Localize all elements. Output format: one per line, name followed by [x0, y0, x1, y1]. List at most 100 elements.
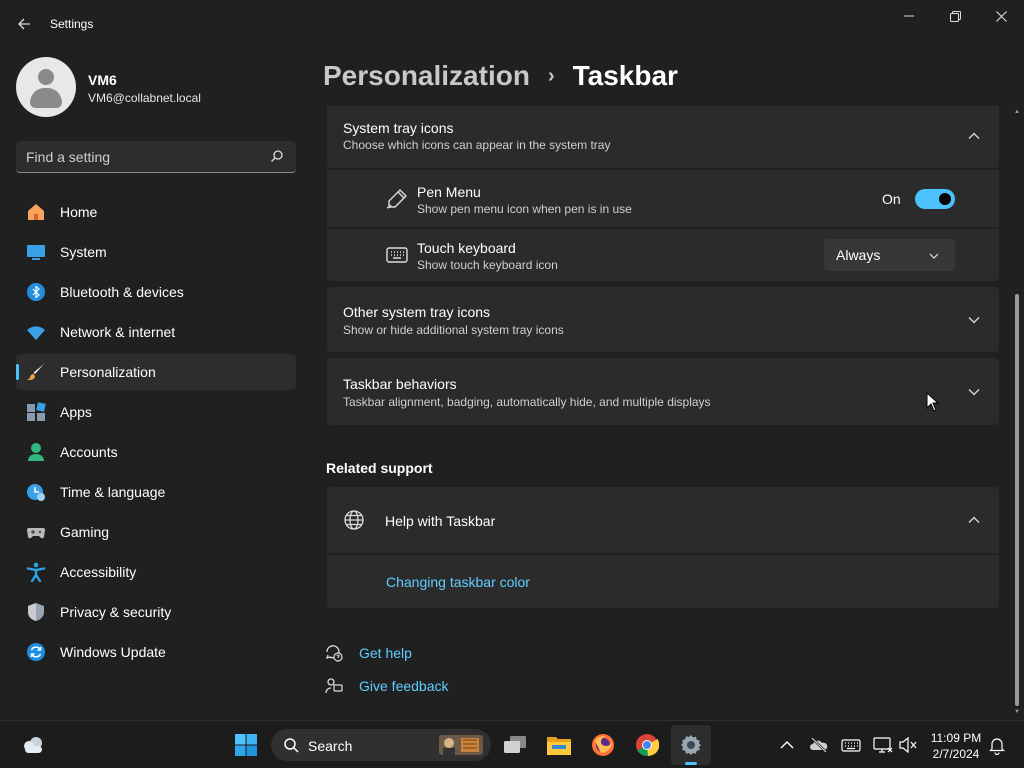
- pen-menu-state-label: On: [882, 191, 901, 207]
- mouse-cursor-icon: [926, 392, 940, 412]
- sidebar-item-windows-update[interactable]: Windows Update: [16, 634, 296, 670]
- sidebar-item-time-language[interactable]: Time & language: [16, 474, 296, 510]
- chevron-down-icon[interactable]: [967, 385, 981, 399]
- firefox-button[interactable]: [583, 725, 623, 765]
- settings-search[interactable]: [16, 141, 296, 173]
- window-title: Settings: [50, 17, 94, 31]
- user-profile[interactable]: VM6 VM6@collabnet.local: [16, 57, 296, 117]
- related-support-heading: Related support: [326, 460, 433, 476]
- minimize-button[interactable]: [886, 0, 932, 32]
- file-explorer-button[interactable]: [539, 725, 579, 765]
- brush-icon: [27, 364, 44, 381]
- avatar: [16, 57, 76, 117]
- widgets-button[interactable]: [13, 725, 53, 765]
- sidebar-item-label: Personalization: [60, 364, 156, 380]
- help-title: Help with Taskbar: [385, 513, 496, 529]
- file-explorer-icon: [547, 737, 571, 755]
- pen-menu-toggle[interactable]: [915, 189, 955, 209]
- touch-keyboard-dropdown[interactable]: Always: [824, 239, 955, 271]
- sidebar-item-label: Windows Update: [60, 644, 166, 660]
- sidebar-item-system[interactable]: System: [16, 234, 296, 270]
- card-title: Other system tray icons: [343, 304, 491, 320]
- sidebar-item-label: Bluetooth & devices: [60, 284, 184, 300]
- breadcrumb-separator: ›: [547, 64, 555, 87]
- scroll-thumb[interactable]: [1015, 294, 1019, 706]
- globe-icon: [344, 510, 364, 530]
- touch-keyboard-row: Touch keyboard Show touch keyboard icon …: [327, 229, 999, 281]
- sidebar-item-label: Gaming: [60, 524, 110, 540]
- back-button[interactable]: [12, 12, 36, 36]
- chrome-button[interactable]: [627, 725, 667, 765]
- task-view-button[interactable]: [495, 725, 535, 765]
- system-icon: [27, 245, 45, 260]
- card-subtitle: Choose which icons can appear in the sys…: [343, 138, 611, 152]
- weather-cloud-icon: [24, 737, 42, 753]
- breadcrumb-parent[interactable]: Personalization: [323, 60, 530, 92]
- system-tray-icons-card[interactable]: System tray icons Choose which icons can…: [327, 106, 999, 168]
- card-subtitle: Taskbar alignment, badging, automaticall…: [343, 395, 711, 409]
- pen-icon: [386, 189, 407, 209]
- search-icon: [271, 150, 283, 162]
- sidebar-item-label: Apps: [60, 404, 92, 420]
- toggle-knob: [939, 193, 951, 205]
- start-button[interactable]: [226, 725, 266, 765]
- scroll-up-arrow[interactable]: ▲: [1013, 108, 1021, 116]
- chevron-up-icon[interactable]: [967, 513, 981, 527]
- sidebar-item-bluetooth[interactable]: Bluetooth & devices: [16, 274, 296, 310]
- settings-app-button[interactable]: [671, 725, 711, 765]
- profile-email: VM6@collabnet.local: [88, 91, 201, 105]
- notification-bell-icon[interactable]: [987, 735, 1007, 755]
- onedrive-offline-icon[interactable]: [809, 735, 829, 755]
- chevron-down-icon[interactable]: [967, 313, 981, 327]
- touch-keyboard-subtitle: Show touch keyboard icon: [417, 258, 558, 272]
- search-input[interactable]: [26, 147, 256, 167]
- touch-keyboard-icon[interactable]: [841, 735, 861, 755]
- taskbar-behaviors-card[interactable]: Taskbar behaviors Taskbar alignment, bad…: [327, 358, 999, 425]
- changing-taskbar-color-link[interactable]: Changing taskbar color: [386, 574, 530, 590]
- settings-app-icon: [681, 735, 701, 755]
- sidebar-item-gaming[interactable]: Gaming: [16, 514, 296, 550]
- give-feedback-link[interactable]: Give feedback: [359, 678, 449, 694]
- taskbar-search[interactable]: Search: [271, 729, 491, 761]
- bluetooth-icon: [27, 283, 45, 301]
- volume-muted-icon[interactable]: [898, 735, 918, 755]
- pen-menu-subtitle: Show pen menu icon when pen is in use: [417, 202, 632, 216]
- profile-name: VM6: [88, 72, 117, 88]
- sidebar-item-label: Accounts: [60, 444, 118, 460]
- sidebar-item-accounts[interactable]: Accounts: [16, 434, 296, 470]
- taskbar-clock[interactable]: 11:09 PM 2/7/2024: [924, 730, 988, 762]
- taskbar-search-label: Search: [308, 738, 353, 754]
- card-title: System tray icons: [343, 120, 454, 136]
- feedback-icon: [325, 678, 343, 694]
- apps-icon: [27, 402, 46, 421]
- sidebar-item-label: Time & language: [60, 484, 166, 500]
- breadcrumb: Personalization › Taskbar: [323, 56, 678, 96]
- sidebar-item-label: Accessibility: [60, 564, 137, 580]
- scroll-down-arrow[interactable]: ▼: [1013, 708, 1021, 716]
- search-icon: [284, 738, 299, 753]
- sidebar-item-apps[interactable]: Apps: [16, 394, 296, 430]
- maximize-button[interactable]: [932, 0, 978, 32]
- minimize-icon: [904, 15, 914, 17]
- get-help-link[interactable]: Get help: [359, 645, 412, 661]
- sidebar-item-personalization[interactable]: Personalization: [16, 354, 296, 390]
- other-tray-icons-card[interactable]: Other system tray icons Show or hide add…: [327, 287, 999, 352]
- task-view-icon: [504, 736, 526, 753]
- scrollbar[interactable]: ▲ ▼: [1013, 106, 1021, 718]
- active-app-indicator: [685, 762, 697, 765]
- network-icon[interactable]: [873, 735, 893, 755]
- sidebar-item-network[interactable]: Network & internet: [16, 314, 296, 350]
- chevron-down-icon: [929, 253, 939, 259]
- sidebar-item-label: Privacy & security: [60, 604, 172, 620]
- chevron-up-icon[interactable]: [777, 735, 797, 755]
- close-button[interactable]: [978, 0, 1024, 32]
- sidebar-item-privacy[interactable]: Privacy & security: [16, 594, 296, 630]
- sidebar-item-accessibility[interactable]: Accessibility: [16, 554, 296, 590]
- sidebar-item-home[interactable]: Home: [16, 194, 296, 230]
- help-with-taskbar-card[interactable]: Help with Taskbar: [327, 487, 999, 553]
- chevron-up-icon[interactable]: [967, 129, 981, 143]
- help-links-panel: Changing taskbar color: [327, 555, 999, 608]
- sidebar-item-label: Network & internet: [60, 324, 176, 340]
- wifi-icon: [27, 326, 45, 340]
- pen-menu-row: Pen Menu Show pen menu icon when pen is …: [327, 170, 999, 227]
